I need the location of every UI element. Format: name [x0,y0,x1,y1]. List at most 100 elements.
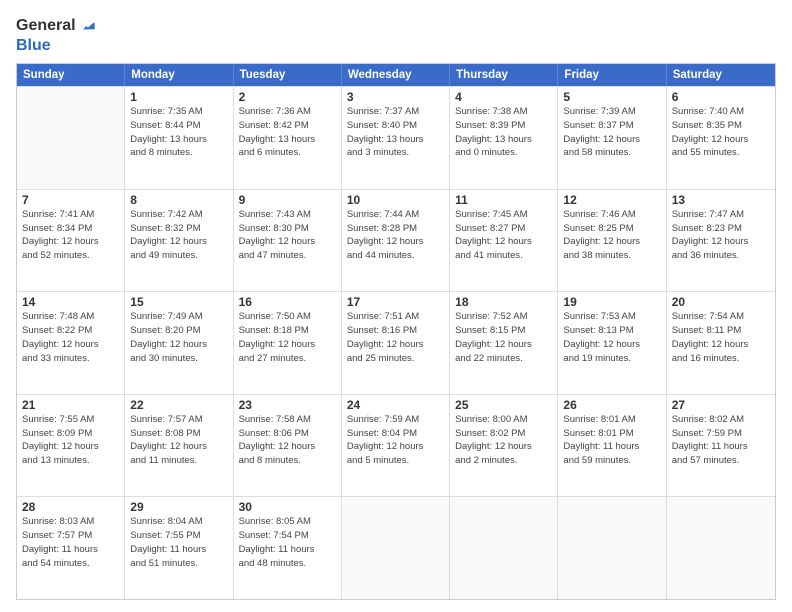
cell-line: Daylight: 12 hours [455,235,552,249]
cal-cell: 20Sunrise: 7:54 AMSunset: 8:11 PMDayligh… [667,292,775,394]
cell-line: Daylight: 12 hours [563,338,660,352]
cal-week-row: 14Sunrise: 7:48 AMSunset: 8:22 PMDayligh… [17,291,775,394]
day-number: 27 [672,398,770,412]
cell-line: and 52 minutes. [22,249,119,263]
cell-line: Daylight: 11 hours [130,543,227,557]
calendar-header: SundayMondayTuesdayWednesdayThursdayFrid… [17,64,775,86]
cell-line: and 3 minutes. [347,146,444,160]
cell-line: Daylight: 11 hours [563,440,660,454]
cal-cell [17,87,125,189]
cal-cell: 17Sunrise: 7:51 AMSunset: 8:16 PMDayligh… [342,292,450,394]
cell-line: Sunset: 8:37 PM [563,119,660,133]
day-number: 20 [672,295,770,309]
page: General Blue SundayMondayTuesdayWednesda… [0,0,792,612]
cell-line: Daylight: 12 hours [22,440,119,454]
day-number: 6 [672,90,770,104]
cell-line: Sunset: 7:54 PM [239,529,336,543]
cell-line: Sunrise: 7:48 AM [22,310,119,324]
day-number: 9 [239,193,336,207]
cell-line: Sunrise: 7:47 AM [672,208,770,222]
cal-header-day: Saturday [667,64,775,86]
cal-cell [558,497,666,599]
cal-header-day: Friday [558,64,666,86]
cell-line: Sunrise: 7:43 AM [239,208,336,222]
day-number: 17 [347,295,444,309]
day-number: 19 [563,295,660,309]
cell-line: and 2 minutes. [455,454,552,468]
cell-line: Sunrise: 7:45 AM [455,208,552,222]
cell-line: Sunset: 8:35 PM [672,119,770,133]
cell-line: Sunrise: 8:04 AM [130,515,227,529]
cal-week-row: 28Sunrise: 8:03 AMSunset: 7:57 PMDayligh… [17,496,775,599]
cell-line: and 0 minutes. [455,146,552,160]
day-number: 28 [22,500,119,514]
cell-line: Daylight: 12 hours [672,338,770,352]
cal-cell: 1Sunrise: 7:35 AMSunset: 8:44 PMDaylight… [125,87,233,189]
cell-line: Daylight: 11 hours [239,543,336,557]
cell-line: Sunset: 8:34 PM [22,222,119,236]
cell-line: Sunset: 8:39 PM [455,119,552,133]
cell-line: Daylight: 12 hours [130,338,227,352]
cell-line: Sunset: 8:23 PM [672,222,770,236]
cell-line: Sunset: 8:18 PM [239,324,336,338]
cell-line: Sunrise: 8:05 AM [239,515,336,529]
cell-line: and 5 minutes. [347,454,444,468]
cell-line: Sunrise: 7:36 AM [239,105,336,119]
cell-line: Sunrise: 7:35 AM [130,105,227,119]
cal-header-day: Tuesday [234,64,342,86]
cal-cell: 18Sunrise: 7:52 AMSunset: 8:15 PMDayligh… [450,292,558,394]
day-number: 14 [22,295,119,309]
cell-line: and 44 minutes. [347,249,444,263]
cell-line: and 58 minutes. [563,146,660,160]
cell-line: Daylight: 12 hours [347,235,444,249]
cal-cell: 7Sunrise: 7:41 AMSunset: 8:34 PMDaylight… [17,190,125,292]
cell-line: Sunrise: 7:42 AM [130,208,227,222]
cell-line: Sunrise: 7:41 AM [22,208,119,222]
cell-line: and 36 minutes. [672,249,770,263]
calendar: SundayMondayTuesdayWednesdayThursdayFrid… [16,63,776,600]
cell-line: Sunset: 8:32 PM [130,222,227,236]
cal-cell: 3Sunrise: 7:37 AMSunset: 8:40 PMDaylight… [342,87,450,189]
day-number: 24 [347,398,444,412]
cal-cell: 10Sunrise: 7:44 AMSunset: 8:28 PMDayligh… [342,190,450,292]
cell-line: and 47 minutes. [239,249,336,263]
cell-line: Sunset: 8:44 PM [130,119,227,133]
cal-cell: 9Sunrise: 7:43 AMSunset: 8:30 PMDaylight… [234,190,342,292]
cal-cell: 24Sunrise: 7:59 AMSunset: 8:04 PMDayligh… [342,395,450,497]
day-number: 18 [455,295,552,309]
cell-line: Daylight: 13 hours [455,133,552,147]
cal-cell: 11Sunrise: 7:45 AMSunset: 8:27 PMDayligh… [450,190,558,292]
cell-line: and 49 minutes. [130,249,227,263]
cell-line: Sunrise: 7:40 AM [672,105,770,119]
cal-header-day: Monday [125,64,233,86]
calendar-body: 1Sunrise: 7:35 AMSunset: 8:44 PMDaylight… [17,86,775,599]
cell-line: Sunrise: 7:58 AM [239,413,336,427]
cell-line: and 8 minutes. [239,454,336,468]
day-number: 23 [239,398,336,412]
cell-line: Sunrise: 7:50 AM [239,310,336,324]
day-number: 1 [130,90,227,104]
cell-line: Daylight: 12 hours [672,133,770,147]
day-number: 5 [563,90,660,104]
cal-cell: 14Sunrise: 7:48 AMSunset: 8:22 PMDayligh… [17,292,125,394]
cell-line: Daylight: 11 hours [22,543,119,557]
cal-cell: 21Sunrise: 7:55 AMSunset: 8:09 PMDayligh… [17,395,125,497]
cell-line: Sunrise: 8:00 AM [455,413,552,427]
cell-line: Sunset: 8:13 PM [563,324,660,338]
cell-line: Sunset: 8:08 PM [130,427,227,441]
cal-cell: 4Sunrise: 7:38 AMSunset: 8:39 PMDaylight… [450,87,558,189]
cell-line: Sunset: 8:20 PM [130,324,227,338]
cell-line: Sunset: 8:30 PM [239,222,336,236]
cell-line: Sunrise: 7:44 AM [347,208,444,222]
cell-line: and 8 minutes. [130,146,227,160]
cell-line: Sunset: 8:42 PM [239,119,336,133]
day-number: 3 [347,90,444,104]
cal-cell: 6Sunrise: 7:40 AMSunset: 8:35 PMDaylight… [667,87,775,189]
day-number: 10 [347,193,444,207]
cell-line: Sunset: 8:40 PM [347,119,444,133]
cell-line: and 13 minutes. [22,454,119,468]
cell-line: Daylight: 13 hours [130,133,227,147]
cell-line: and 33 minutes. [22,352,119,366]
cell-line: Daylight: 12 hours [347,440,444,454]
cal-week-row: 21Sunrise: 7:55 AMSunset: 8:09 PMDayligh… [17,394,775,497]
